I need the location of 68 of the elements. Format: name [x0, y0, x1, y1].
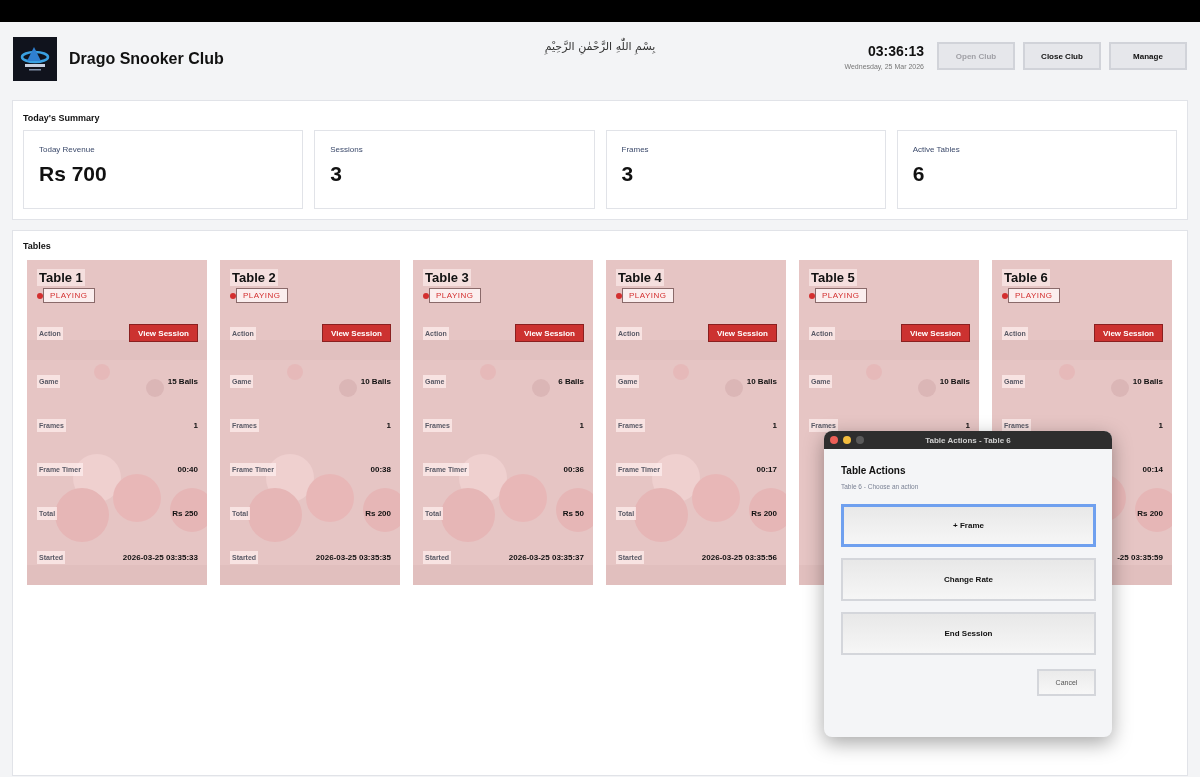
row-value: Rs 50	[562, 508, 584, 518]
status-badge: PLAYING	[429, 288, 481, 303]
row-value: Rs 200	[1137, 508, 1163, 518]
row-value: 15 Balls	[167, 376, 198, 386]
header-button[interactable]: Manage	[1109, 42, 1187, 70]
row-value: 1	[772, 420, 777, 430]
logo-icon	[13, 37, 57, 81]
status-badge: PLAYING	[815, 288, 867, 303]
table-name: Table 3	[423, 269, 471, 286]
minimize-icon[interactable]	[843, 436, 851, 444]
table-name: Table 4	[616, 269, 664, 286]
row-value: Rs 250	[172, 508, 198, 518]
stat-value: 6	[912, 162, 926, 186]
row-value: 00:14	[1142, 464, 1163, 474]
row-value: 2026-03-25 03:35:33	[122, 552, 198, 562]
row-value: 6 Balls	[558, 376, 584, 386]
clock-time: 03:36:13	[867, 42, 924, 59]
stat-value: 3	[330, 162, 343, 186]
window-title: Table Actions - Table 6	[925, 435, 1011, 445]
header-button[interactable]: Close Club	[1023, 42, 1101, 70]
row-value: 00:38	[370, 464, 391, 474]
section-title: Today's Summary	[23, 113, 101, 123]
status-badge: PLAYING	[622, 288, 674, 303]
row-value: 1	[386, 420, 391, 430]
view-session-button[interactable]: View Session	[129, 324, 198, 342]
stat-value: 3	[621, 162, 635, 186]
view-session-button[interactable]: View Session	[901, 324, 970, 342]
row-value: 00:17	[756, 464, 777, 474]
club-title: Drago Snooker Club	[69, 50, 224, 68]
close-icon[interactable]	[830, 436, 838, 444]
table-name: Table 2	[230, 269, 278, 286]
stat-value: Rs 700	[39, 162, 108, 186]
row-value: 10 Balls	[1132, 376, 1163, 386]
table-name: Table 6	[1002, 269, 1050, 286]
row-value: 1	[579, 420, 584, 430]
stat-label: Today Revenue	[39, 145, 96, 154]
bismillah-text: بِسْمِ اللّٰهِ الرَّحْمٰنِ الرَّحِيْمِ	[543, 40, 657, 53]
row-value: 1	[193, 420, 198, 430]
dialog-title: Table Actions	[841, 465, 907, 476]
status-badge: PLAYING	[236, 288, 288, 303]
stat-label: Frames	[621, 145, 650, 154]
view-session-button[interactable]: View Session	[515, 324, 584, 342]
status-badge: PLAYING	[1008, 288, 1060, 303]
stat-label: Sessions	[330, 145, 364, 154]
view-session-button[interactable]: View Session	[708, 324, 777, 342]
table-name: Table 1	[37, 269, 85, 286]
row-value: 2026-03-25 03:35:56	[701, 552, 777, 562]
row-value: 10 Balls	[360, 376, 391, 386]
row-value: 10 Balls	[939, 376, 970, 386]
table-name: Table 5	[809, 269, 857, 286]
action-button[interactable]: + Frame	[841, 504, 1096, 547]
row-value: 1	[1158, 420, 1163, 430]
status-badge: PLAYING	[43, 288, 95, 303]
row-value: Rs 200	[365, 508, 391, 518]
row-value: -25 03:35:59	[1117, 552, 1163, 562]
row-value: Rs 200	[751, 508, 777, 518]
view-session-button[interactable]: View Session	[1094, 324, 1163, 342]
row-value: 00:40	[177, 464, 198, 474]
row-value: 2026-03-25 03:35:35	[315, 552, 391, 562]
row-value: 1	[965, 420, 970, 430]
row-value: 10 Balls	[746, 376, 777, 386]
action-button[interactable]: Change Rate	[841, 558, 1096, 601]
section-title: Tables	[23, 241, 52, 251]
row-value: 2026-03-25 03:35:37	[508, 552, 584, 562]
row-value: 00:36	[563, 464, 584, 474]
stat-label: Active Tables	[912, 145, 961, 154]
view-session-button[interactable]: View Session	[322, 324, 391, 342]
action-button[interactable]: End Session	[841, 612, 1096, 655]
